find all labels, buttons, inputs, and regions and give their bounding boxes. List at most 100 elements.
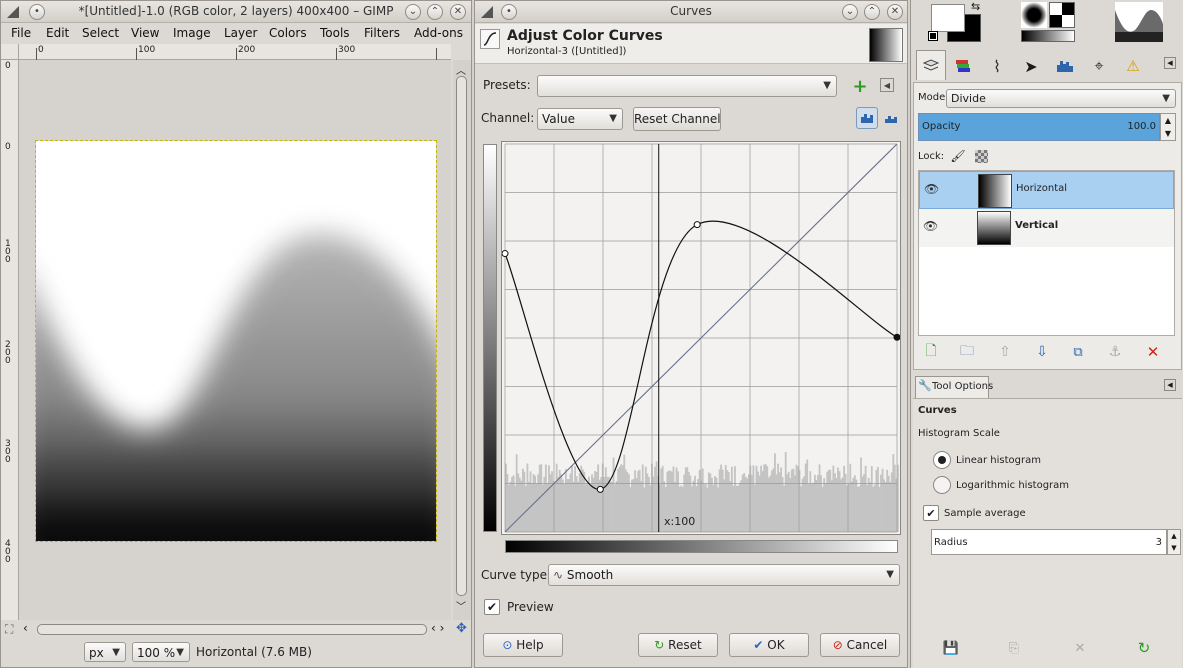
log-histogram-label[interactable]: Logarithmic histogram (956, 480, 1069, 491)
vertical-scrollbar[interactable]: ︿ ﹀ (453, 60, 471, 620)
channels-tab-icon[interactable] (949, 52, 977, 80)
gradient-preview[interactable] (1021, 30, 1075, 42)
opacity-slider[interactable]: Opacity 100.0 (918, 113, 1160, 141)
restore-options-icon[interactable]: ⎘ (1005, 639, 1023, 657)
menu-filters[interactable]: Filters (364, 26, 400, 40)
log-histogram-radio[interactable] (933, 476, 951, 494)
horizontal-ruler[interactable]: 0 100 200 300 (19, 44, 451, 60)
default-colors-icon[interactable] (928, 31, 938, 41)
vertical-ruler[interactable]: 0 0 1 0 0 2 0 0 3 0 0 4 0 0 (1, 60, 19, 620)
add-preset-icon[interactable]: + (851, 76, 869, 97)
tool-options-menu-icon[interactable]: ◀ (1164, 379, 1176, 391)
smooth-curve-icon: ∿ (553, 568, 564, 582)
menu-edit[interactable]: Edit (46, 26, 69, 40)
image-canvas[interactable] (35, 140, 437, 542)
scroll-up-icon[interactable]: ︿ (456, 62, 466, 77)
brush-preview[interactable] (1021, 2, 1047, 28)
layer-row[interactable]: 👁 Horizontal (919, 171, 1174, 209)
linear-histogram-label[interactable]: Linear histogram (956, 455, 1041, 466)
curve-svg[interactable] (501, 142, 901, 534)
scroll-left-icon[interactable]: ‹ (23, 621, 28, 635)
quick-mask-icon[interactable]: ⛶ (5, 622, 13, 637)
unit-select[interactable]: px ▼ (84, 642, 126, 662)
horizontal-scroll-thumb[interactable] (37, 624, 427, 635)
preview-label[interactable]: Preview (507, 600, 554, 614)
ok-button[interactable]: ✔ OK (729, 633, 809, 657)
layers-tab-icon[interactable] (916, 50, 946, 80)
navigate-icon[interactable]: ✥ (456, 621, 467, 636)
lock-alpha-icon[interactable] (975, 150, 988, 163)
image-window-titlebar[interactable]: • *[Untitled]-1.0 (RGB color, 2 layers) … (1, 1, 471, 23)
preview-checkbox[interactable]: ✔ (484, 599, 500, 615)
vertical-scroll-thumb[interactable] (456, 76, 467, 596)
window-menu-icon[interactable]: • (29, 4, 45, 20)
layer-visibility-eye-icon[interactable]: 👁 (924, 182, 939, 196)
new-layer-group-icon[interactable]: 🗀 (958, 343, 976, 361)
anchor-layer-icon[interactable]: ⚓ (1106, 343, 1124, 361)
menu-addons[interactable]: Add-ons (414, 26, 463, 40)
scroll-down-icon[interactable]: ﹀ (456, 598, 466, 613)
reset-channel-button[interactable]: Reset Channel (633, 107, 721, 131)
opacity-spin-buttons[interactable]: ▲ ▼ (1160, 113, 1176, 141)
delete-layer-icon[interactable]: ✕ (1144, 343, 1162, 361)
menu-view[interactable]: View (131, 26, 159, 40)
image-thumbnail[interactable] (1115, 2, 1163, 42)
log-histogram-icon[interactable] (880, 107, 902, 129)
curves-titlebar[interactable]: • Curves ⌄ ⌃ ✕ (475, 1, 907, 23)
tool-options-tab[interactable]: 🔧 Tool Options (915, 376, 993, 398)
foreground-color-swatch[interactable] (931, 4, 965, 32)
menu-tools[interactable]: Tools (320, 26, 350, 40)
close-icon[interactable]: ✕ (887, 4, 903, 20)
scroll-right-icons[interactable]: ‹ › (431, 621, 444, 635)
zoom-select[interactable]: 100 % ▼ (132, 642, 190, 662)
menu-colors[interactable]: Colors (269, 26, 307, 40)
channel-select[interactable]: Value ▼ (537, 108, 623, 130)
maximize-icon[interactable]: ⌃ (864, 4, 880, 20)
curve-graph[interactable]: x:100 (501, 141, 901, 535)
save-options-icon[interactable]: 💾 (942, 639, 960, 657)
linear-histogram-radio[interactable] (933, 451, 951, 469)
menu-file[interactable]: File (11, 26, 31, 40)
pointer-tab-icon[interactable]: ➤ (1017, 52, 1045, 80)
sample-average-checkbox[interactable]: ✔ (923, 505, 939, 521)
raise-layer-icon[interactable]: ⇧ (996, 343, 1014, 361)
swap-colors-icon[interactable]: ⇆ (971, 0, 980, 13)
pattern-preview[interactable] (1049, 2, 1075, 28)
reset-button[interactable]: ↻ Reset (638, 633, 718, 657)
delete-options-icon[interactable]: ✕ (1071, 639, 1089, 657)
menu-select[interactable]: Select (82, 26, 119, 40)
minimize-icon[interactable]: ⌄ (842, 4, 858, 20)
maximize-icon[interactable]: ⌃ (427, 4, 443, 20)
lock-pixels-icon[interactable]: 🖌 (950, 148, 966, 164)
layer-name[interactable]: Vertical (1015, 220, 1058, 231)
radius-field[interactable]: Radius 3 (931, 529, 1167, 555)
cancel-button[interactable]: ⊘ Cancel (820, 633, 900, 657)
layer-name[interactable]: Horizontal (1016, 183, 1067, 194)
close-icon[interactable]: ✕ (450, 4, 466, 20)
menu-layer[interactable]: Layer (224, 26, 257, 40)
reset-options-icon[interactable]: ↻ (1135, 639, 1153, 657)
sample-points-tab-icon[interactable]: ⌖ (1085, 52, 1113, 80)
preset-menu-icon[interactable]: ◀ (880, 78, 894, 92)
menu-image[interactable]: Image (173, 26, 211, 40)
presets-select[interactable]: ▼ (537, 75, 837, 97)
canvas-area[interactable] (19, 60, 451, 620)
histogram-tab-icon[interactable] (1051, 52, 1079, 80)
curve-type-select[interactable]: ∿ Smooth ▼ (548, 564, 900, 586)
mode-select[interactable]: Divide ▼ (946, 89, 1176, 108)
ruler-corner[interactable] (1, 44, 19, 60)
radius-spin-buttons[interactable]: ▲ ▼ (1167, 529, 1181, 555)
chevron-down-icon: ▼ (176, 647, 184, 658)
paths-tab-icon[interactable]: ⌇ (983, 52, 1011, 80)
layer-visibility-eye-icon[interactable]: 👁 (923, 219, 938, 233)
sample-average-label[interactable]: Sample average (944, 508, 1026, 519)
warning-tab-icon[interactable]: ⚠ (1119, 52, 1147, 80)
dock-menu-icon[interactable]: ◀ (1164, 57, 1176, 69)
duplicate-layer-icon[interactable]: ⧉ (1069, 343, 1087, 361)
layer-row[interactable]: 👁 Vertical (919, 209, 1174, 247)
lower-layer-icon[interactable]: ⇩ (1033, 343, 1051, 361)
new-layer-icon[interactable]: 🗋 (922, 343, 940, 361)
minimize-icon[interactable]: ⌄ (405, 4, 421, 20)
linear-histogram-icon[interactable] (856, 107, 878, 129)
help-button[interactable]: ⊙ Help (483, 633, 563, 657)
